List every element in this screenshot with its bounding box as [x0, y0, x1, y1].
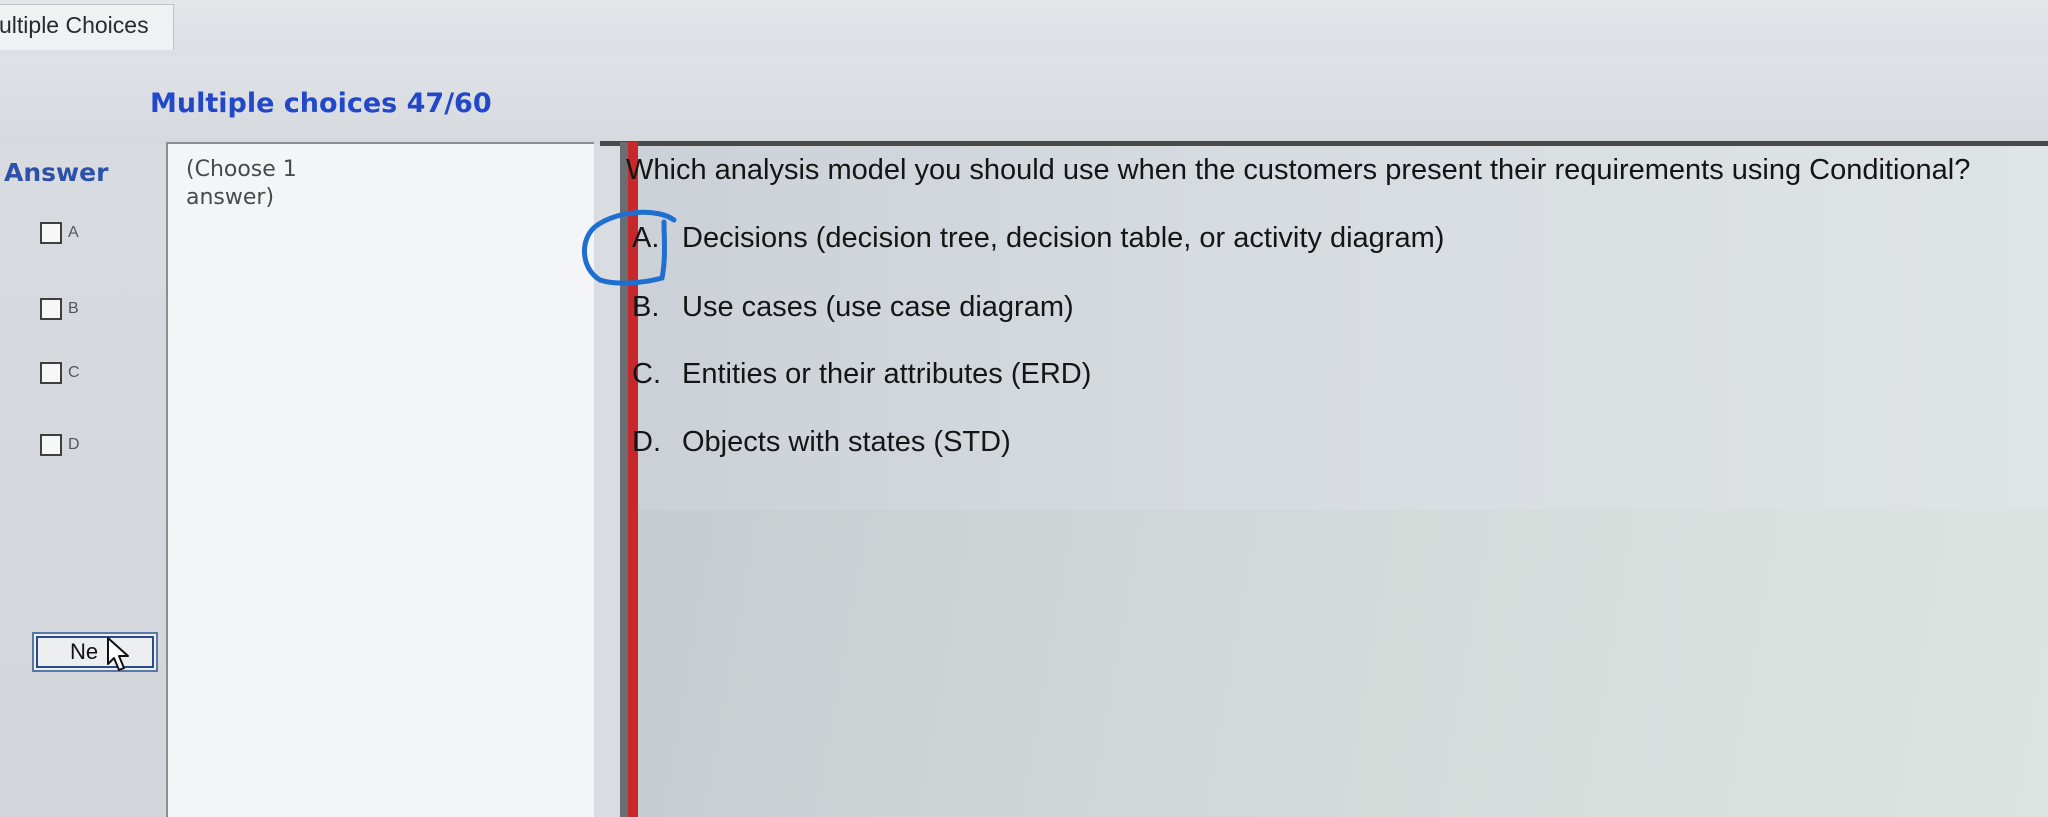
- option-a[interactable]: A. Decisions (decision tree, decision tab…: [632, 222, 1444, 255]
- answer-panel: [0, 144, 166, 817]
- instructions-text: (Choose 1 answer): [186, 157, 297, 210]
- checkbox-c[interactable]: [40, 362, 62, 384]
- option-text-b: Use cases (use case diagram): [682, 291, 1074, 323]
- checkbox-a[interactable]: [40, 222, 62, 244]
- option-letter-d: D.: [632, 426, 661, 458]
- option-d[interactable]: D. Objects with states (STD): [632, 426, 1011, 459]
- answer-label: Answer: [4, 158, 109, 187]
- window-tab-strip: ultiple Choices: [0, 0, 2048, 57]
- checkbox-b[interactable]: [40, 298, 62, 320]
- panel-splitter-shade: [620, 142, 628, 817]
- option-c[interactable]: C. Entities or their attributes (ERD): [632, 358, 1091, 391]
- next-button[interactable]: Ne: [32, 632, 158, 672]
- instructions-panel: [166, 142, 594, 817]
- option-letter-a: A.: [632, 222, 660, 254]
- choice-letter-c: C: [68, 364, 80, 381]
- answer-choice-a[interactable]: A: [40, 222, 79, 244]
- choice-letter-d: D: [68, 436, 80, 453]
- question-text: Which analysis model you should use when…: [626, 154, 1971, 186]
- panel-divider: [600, 141, 2048, 146]
- answer-choice-d[interactable]: D: [40, 434, 80, 456]
- option-text-c: Entities or their attributes (ERD): [682, 358, 1092, 390]
- choice-letter-a: A: [68, 224, 79, 241]
- page-title: Multiple choices 47/60: [150, 88, 492, 119]
- answer-choice-c[interactable]: C: [40, 362, 80, 384]
- option-text-a: Decisions (decision tree, decision table…: [682, 222, 1445, 254]
- option-b[interactable]: B. Use cases (use case diagram): [632, 291, 1074, 324]
- question-panel-lower: [638, 510, 2048, 817]
- choice-letter-b: B: [68, 300, 79, 317]
- answer-choice-b[interactable]: B: [40, 298, 79, 320]
- option-text-d: Objects with states (STD): [682, 426, 1011, 458]
- checkbox-d[interactable]: [40, 434, 62, 456]
- option-letter-c: C.: [632, 358, 661, 390]
- window-tab[interactable]: ultiple Choices: [0, 4, 174, 50]
- option-letter-b: B.: [632, 291, 660, 323]
